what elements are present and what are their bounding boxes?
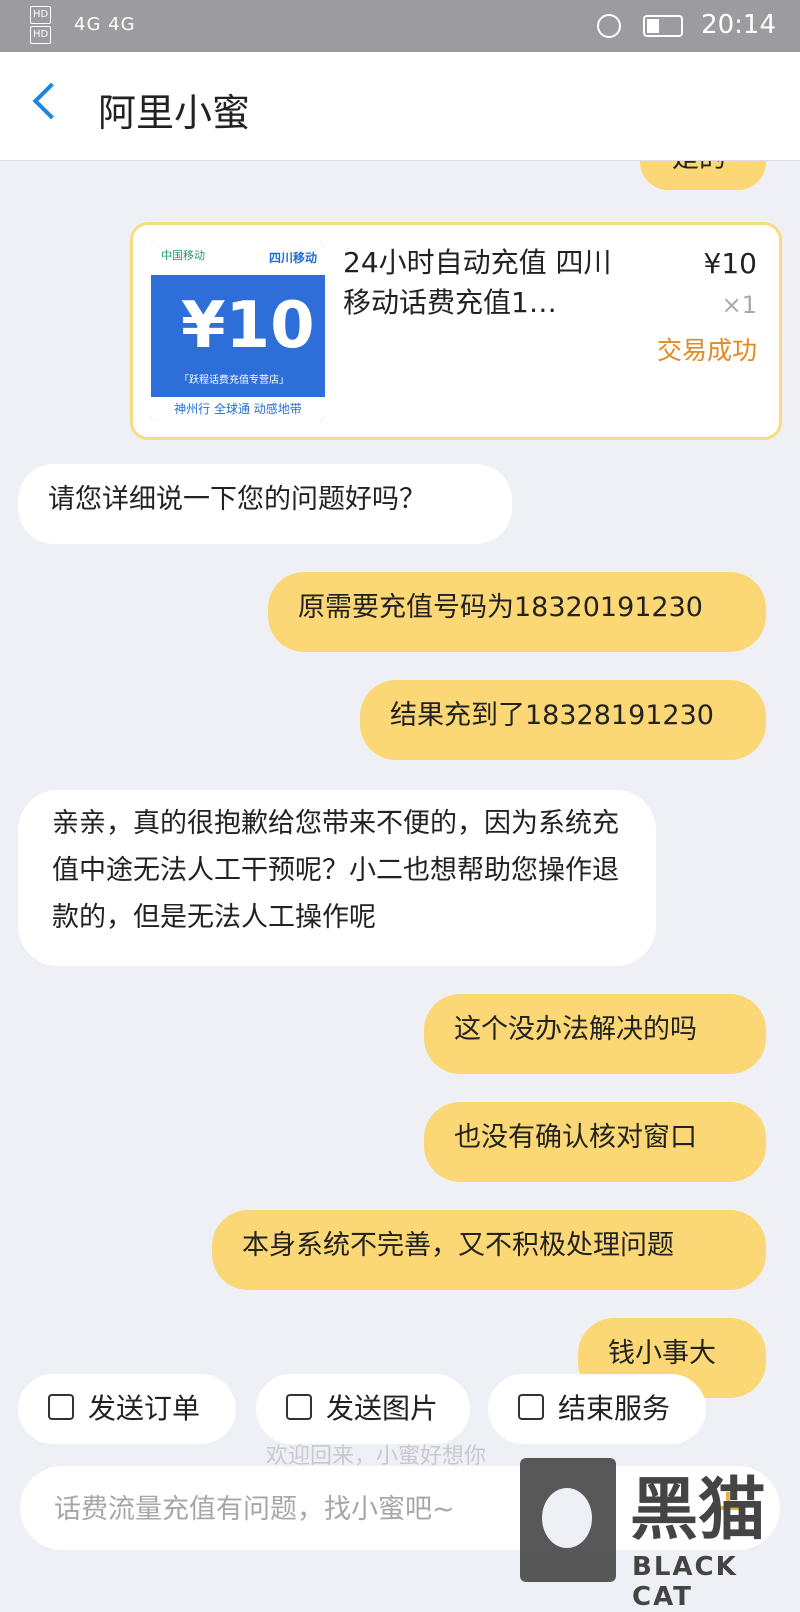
send-image-button[interactable]: 发送图片 — [256, 1374, 470, 1444]
message-bubble-bot: 请您详细说一下您的问题好吗？ — [18, 464, 512, 544]
thumb-region: 四川移动 — [268, 251, 317, 265]
message-text: 钱小事大 — [608, 1338, 716, 1369]
message-bubble-user: 这个没办法解决的吗 — [424, 994, 766, 1074]
send-order-button[interactable]: 发送订单 — [18, 1374, 236, 1444]
cat-shield-icon — [520, 1458, 616, 1582]
product-price: ¥10 — [703, 247, 757, 280]
order-box-icon — [48, 1394, 74, 1420]
send-order-label: 发送订单 — [88, 1392, 201, 1425]
message-bubble-user: 原需要充值号码为18320191230 — [268, 572, 766, 652]
end-service-button[interactable]: 结束服务 — [488, 1374, 706, 1444]
network-indicator: 4G 4G — [74, 14, 136, 35]
order-card[interactable]: 中国移动 四川移动 ¥10 「跃程话费充值专营店」 神州行 全球通 动感地带 2… — [130, 222, 782, 440]
send-image-label: 发送图片 — [326, 1392, 439, 1425]
thumb-price: ¥10 — [181, 289, 315, 363]
logo-en-text: BLACK CAT — [632, 1552, 738, 1612]
message-text: 原需要充值号码为18320191230 — [298, 592, 703, 623]
logo-cn-text: 黑猫 — [630, 1471, 767, 1550]
status-bar: HD HD 4G 4G 20:14 — [0, 0, 800, 52]
alarm-icon — [596, 13, 621, 38]
message-text: 请您详细说一下您的问题好吗？ — [48, 484, 426, 515]
product-thumbnail: 中国移动 四川移动 ¥10 「跃程话费充值专营店」 神州行 全球通 动感地带 — [151, 241, 325, 421]
page-title: 阿里小蜜 — [98, 91, 251, 135]
status-right: 20:14 — [596, 10, 776, 40]
message-text: 本身系统不完善，又不积极处理问题 — [242, 1230, 674, 1261]
blackcat-watermark-logo: 黑猫 BLACK CAT — [520, 1452, 790, 1612]
battery-icon — [642, 14, 683, 37]
thumb-slogan: 神州行 全球通 动感地带 — [151, 397, 325, 421]
order-status: 交易成功 — [656, 336, 757, 365]
message-text: 也没有确认核对窗口 — [454, 1122, 697, 1153]
message-text: 这个没办法解决的吗 — [454, 1014, 697, 1045]
message-bubble-user: 本身系统不完善，又不积极处理问题 — [212, 1210, 766, 1290]
exit-icon — [518, 1394, 544, 1420]
message-text: 亲亲，真的很抱歉给您带来不便的，因为系统充值中途无法人工干预呢？小二也想帮助您操… — [52, 808, 619, 933]
hd-badge-2: HD — [30, 26, 52, 44]
message-bubble-user: 结果充到了18328191230 — [360, 680, 766, 760]
sim-indicators: HD HD — [30, 6, 52, 46]
thumb-shop: 「跃程话费充值专营店」 — [179, 375, 289, 386]
clock: 20:14 — [701, 10, 776, 40]
end-service-label: 结束服务 — [558, 1392, 671, 1425]
product-title: 24小时自动充值 四川移动话费充值1… — [343, 246, 612, 319]
image-icon — [286, 1394, 312, 1420]
back-arrow-icon[interactable] — [32, 82, 70, 120]
header-overlay: 阿里小蜜 — [0, 52, 800, 161]
message-bubble-user: 也没有确认核对窗口 — [424, 1102, 766, 1182]
message-bubble-bot: 亲亲，真的很抱歉给您带来不便的，因为系统充值中途无法人工干预呢？小二也想帮助您操… — [18, 790, 656, 966]
product-quantity: ×1 — [721, 291, 757, 319]
hd-badge-1: HD — [30, 6, 52, 24]
message-text: 结果充到了18328191230 — [390, 700, 714, 731]
thumb-brand: 中国移动 — [161, 249, 205, 262]
